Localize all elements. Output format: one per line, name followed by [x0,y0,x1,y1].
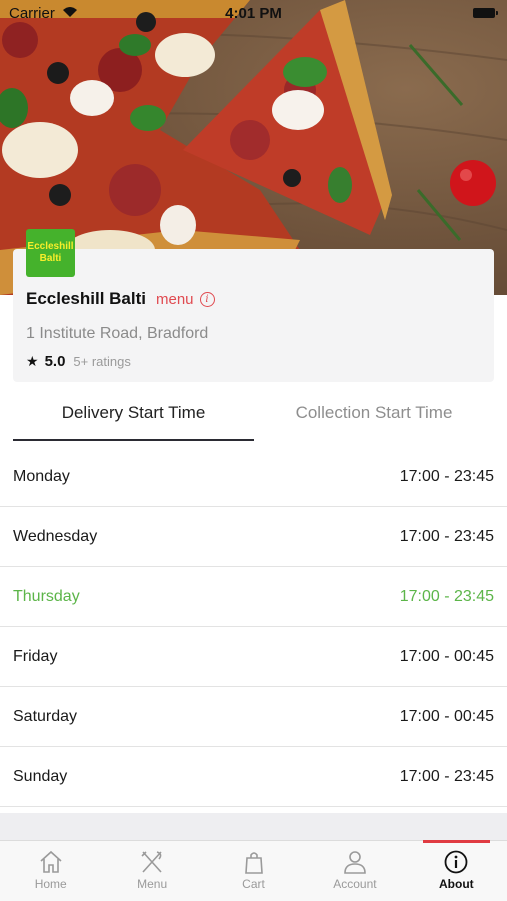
day-label: Sunday [13,767,68,785]
tab-home[interactable]: Home [0,841,101,901]
rating-score: 5.0 [44,353,66,370]
bag-icon [244,852,263,874]
person-icon [344,851,366,874]
list-footer-spacer [0,813,507,840]
day-label: Saturday [13,707,78,725]
restaurant-name: Eccleshill Balti [26,289,146,308]
tab-menu[interactable]: Menu [101,841,202,901]
menu-info-link[interactable]: menu i [156,291,215,308]
tab-menu-label: Menu [137,877,168,891]
hours-value: 17:00 - 23:45 [399,587,494,605]
hours-value: 17:00 - 00:45 [399,707,494,725]
tab-cart[interactable]: Cart [203,841,304,901]
clock: 4:01 PM [225,5,282,22]
logo-text-line2: Balti [39,253,62,264]
tab-home-label: Home [34,877,67,891]
schedule-row-friday: Friday 17:00 - 00:45 [0,627,507,687]
day-label: Monday [13,467,70,485]
tab-about-label: About [439,877,474,891]
status-bar: Carrier 4:01 PM [0,0,507,28]
day-label: Thursday [13,587,80,605]
info-icon [444,850,468,874]
tab-underline-indicator [13,439,254,441]
home-icon [40,850,62,873]
restaurant-address: 1 Institute Road, Bradford [26,325,209,342]
hours-value: 17:00 - 23:45 [399,767,494,785]
tab-cart-label: Cart [242,877,265,891]
tab-collection-start-time[interactable]: Collection Start Time [254,403,494,443]
day-label: Wednesday [13,527,98,545]
restaurant-logo: Eccleshill Balti [26,229,75,277]
hours-value: 17:00 - 23:45 [399,527,494,545]
schedule-row-wednesday: Wednesday 17:00 - 23:45 [0,507,507,567]
schedule-row-saturday: Saturday 17:00 - 00:45 [0,687,507,747]
cutlery-icon [141,851,162,873]
rating-count: 5+ ratings [73,354,131,369]
day-label: Friday [13,647,58,665]
rating-row: ★ 5.0 5+ ratings [26,353,131,370]
hours-value: 17:00 - 00:45 [399,647,494,665]
battery-icon [473,8,498,18]
star-icon: ★ [26,353,39,369]
tab-delivery-start-time[interactable]: Delivery Start Time [13,403,254,443]
hours-value: 17:00 - 23:45 [399,467,494,485]
tab-account[interactable]: Account [304,841,405,901]
time-tabs: Delivery Start Time Collection Start Tim… [0,403,507,443]
bottom-tab-bar: Home Menu Cart Account About [0,840,507,901]
logo-text-line1: Eccleshill [27,241,74,252]
tab-about[interactable]: About [406,840,507,901]
schedule-row-thursday: Thursday 17:00 - 23:45 [0,567,507,627]
menu-link-label: menu [156,291,194,308]
schedule-row-monday: Monday 17:00 - 23:45 [0,447,507,507]
restaurant-info-card: Eccleshill Balti Eccleshill Balti menu i… [13,229,494,382]
opening-hours-list: Monday 17:00 - 23:45 Wednesday 17:00 - 2… [0,447,507,807]
schedule-row-sunday: Sunday 17:00 - 23:45 [0,747,507,807]
info-circle-icon: i [199,292,215,307]
tab-account-label: Account [333,877,377,891]
